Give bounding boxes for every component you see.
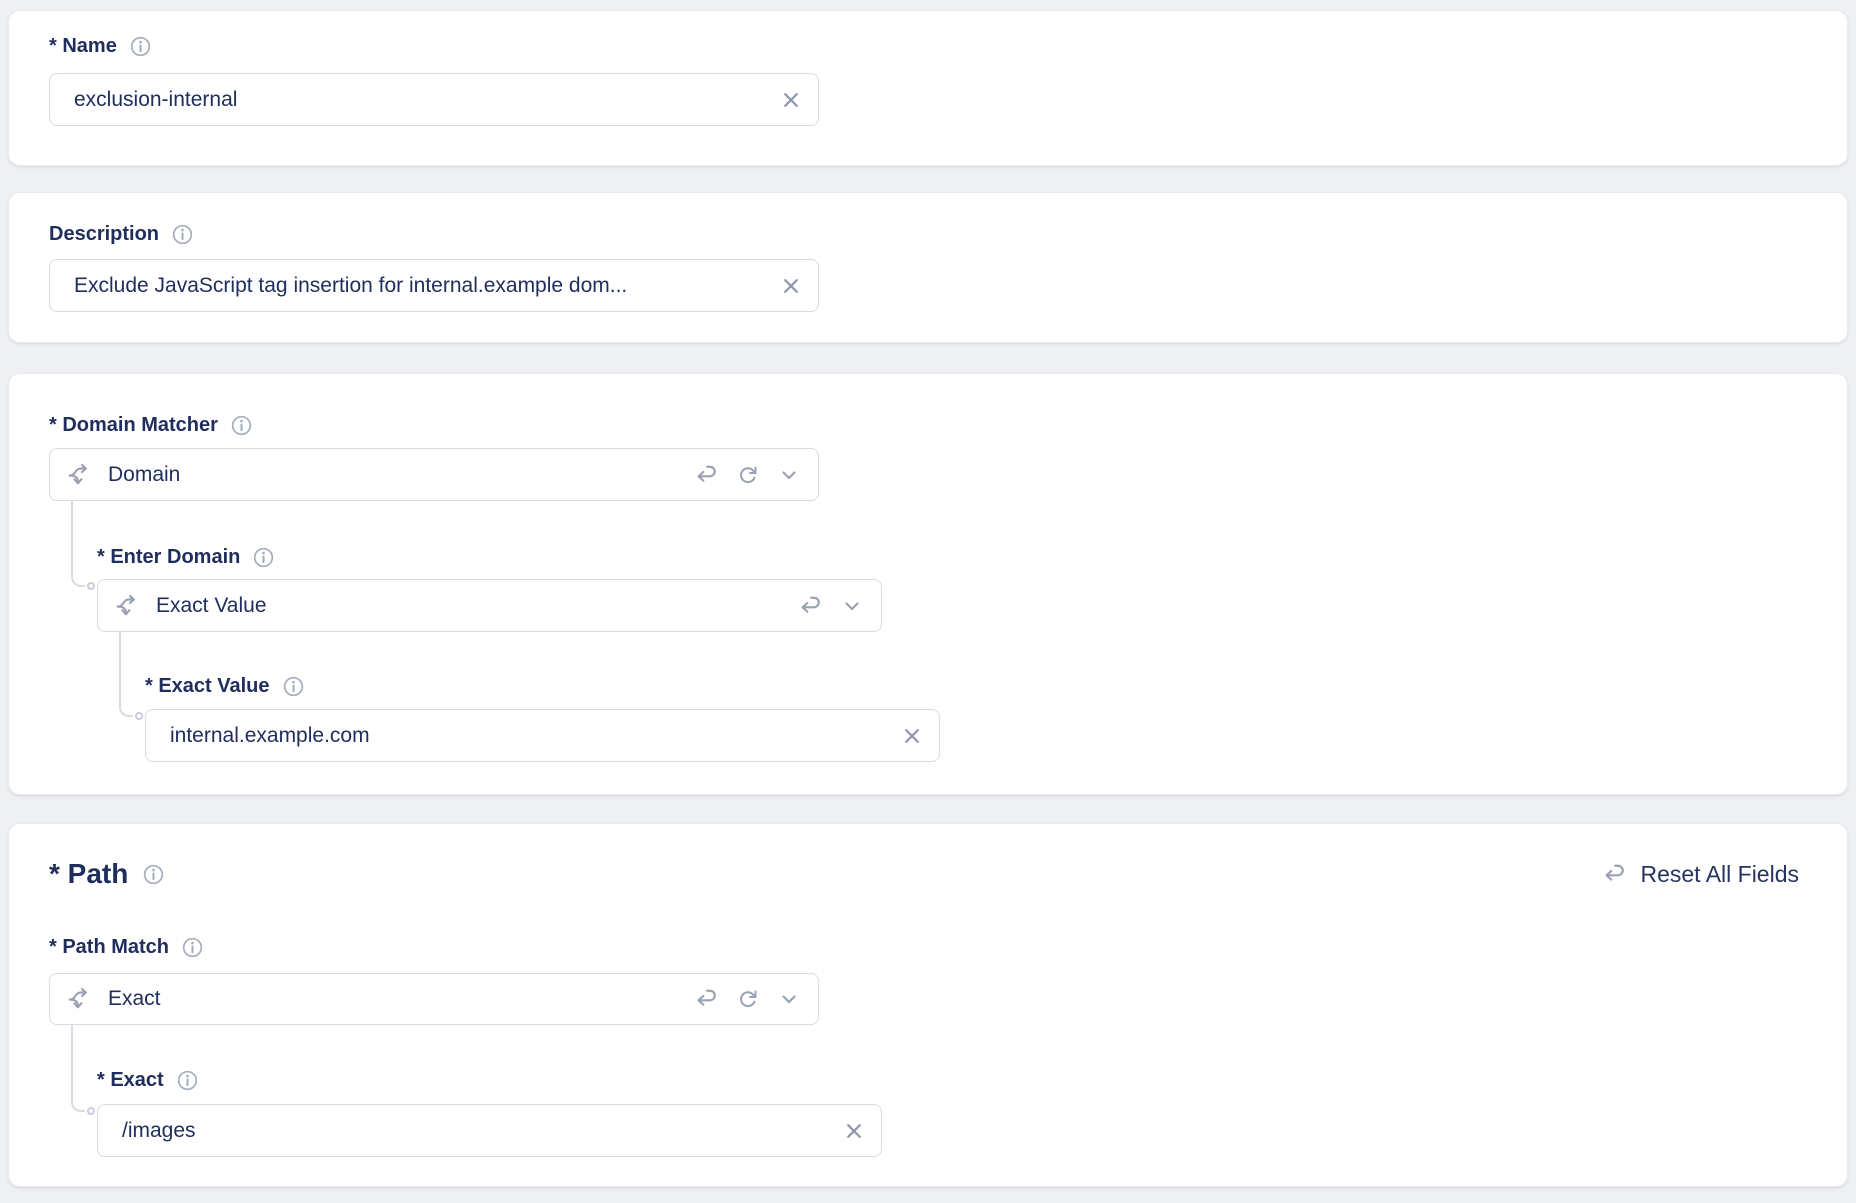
chevron-down-icon[interactable] [776,986,802,1012]
exact-value-input-wrapper [145,709,940,762]
description-label: Description [49,221,159,247]
name-input-wrapper [49,73,819,126]
path-heading: * Path [49,857,128,891]
undo-icon[interactable] [798,593,824,619]
exact-value-label: * Exact Value [145,673,270,699]
description-field-card: Description [8,192,1848,343]
name-field-card: * Name [8,10,1848,166]
info-icon[interactable] [181,936,204,959]
domain-matcher-selector[interactable]: Domain [49,448,819,501]
exact-value-level: * Exact Value [145,632,1807,762]
path-match-label: * Path Match [49,934,169,960]
path-card: * Path Reset All Fields * Path Match Exa… [8,823,1848,1187]
info-icon[interactable] [171,223,194,246]
path-match-selector-value: Exact [108,987,679,1011]
description-input-wrapper [49,259,819,312]
domain-matcher-selector-value: Domain [108,463,679,487]
clear-exact-value-icon[interactable] [899,723,925,749]
name-input[interactable] [74,88,778,112]
undo-icon [1602,861,1628,887]
exact-label: * Exact [97,1067,164,1093]
undo-icon[interactable] [694,462,720,488]
clear-description-icon[interactable] [778,273,804,299]
tree-connector [71,1025,85,1112]
chevron-down-icon[interactable] [839,593,865,619]
info-icon[interactable] [176,1069,199,1092]
exact-input-wrapper [97,1104,882,1157]
info-icon[interactable] [252,546,275,569]
branch-icon [66,986,92,1012]
enter-domain-level: * Enter Domain Exact Value * Exact Value [97,501,1807,762]
description-input[interactable] [74,274,778,298]
info-icon[interactable] [230,414,253,437]
tree-connector [119,632,133,717]
tree-connector [71,501,85,587]
domain-matcher-card: * Domain Matcher Domain * Enter Domain [8,373,1848,795]
info-icon[interactable] [129,35,152,58]
undo-icon[interactable] [694,986,720,1012]
path-match-selector[interactable]: Exact [49,973,819,1025]
domain-matcher-label: * Domain Matcher [49,412,218,438]
info-icon[interactable] [282,675,305,698]
enter-domain-label: * Enter Domain [97,544,240,570]
refresh-icon[interactable] [735,462,761,488]
clear-exact-icon[interactable] [841,1118,867,1144]
exact-level: * Exact [97,1025,1799,1157]
name-label: * Name [49,33,117,59]
enter-domain-selector-value: Exact Value [156,594,783,618]
exact-input[interactable] [122,1119,841,1143]
clear-name-icon[interactable] [778,87,804,113]
reset-all-fields-label: Reset All Fields [1640,861,1799,888]
chevron-down-icon[interactable] [776,462,802,488]
branch-icon [66,462,92,488]
refresh-icon[interactable] [735,986,761,1012]
info-icon[interactable] [142,863,165,886]
reset-all-fields-button[interactable]: Reset All Fields [1602,861,1799,888]
enter-domain-selector[interactable]: Exact Value [97,579,882,632]
branch-icon [114,593,140,619]
exact-value-input[interactable] [170,724,899,748]
